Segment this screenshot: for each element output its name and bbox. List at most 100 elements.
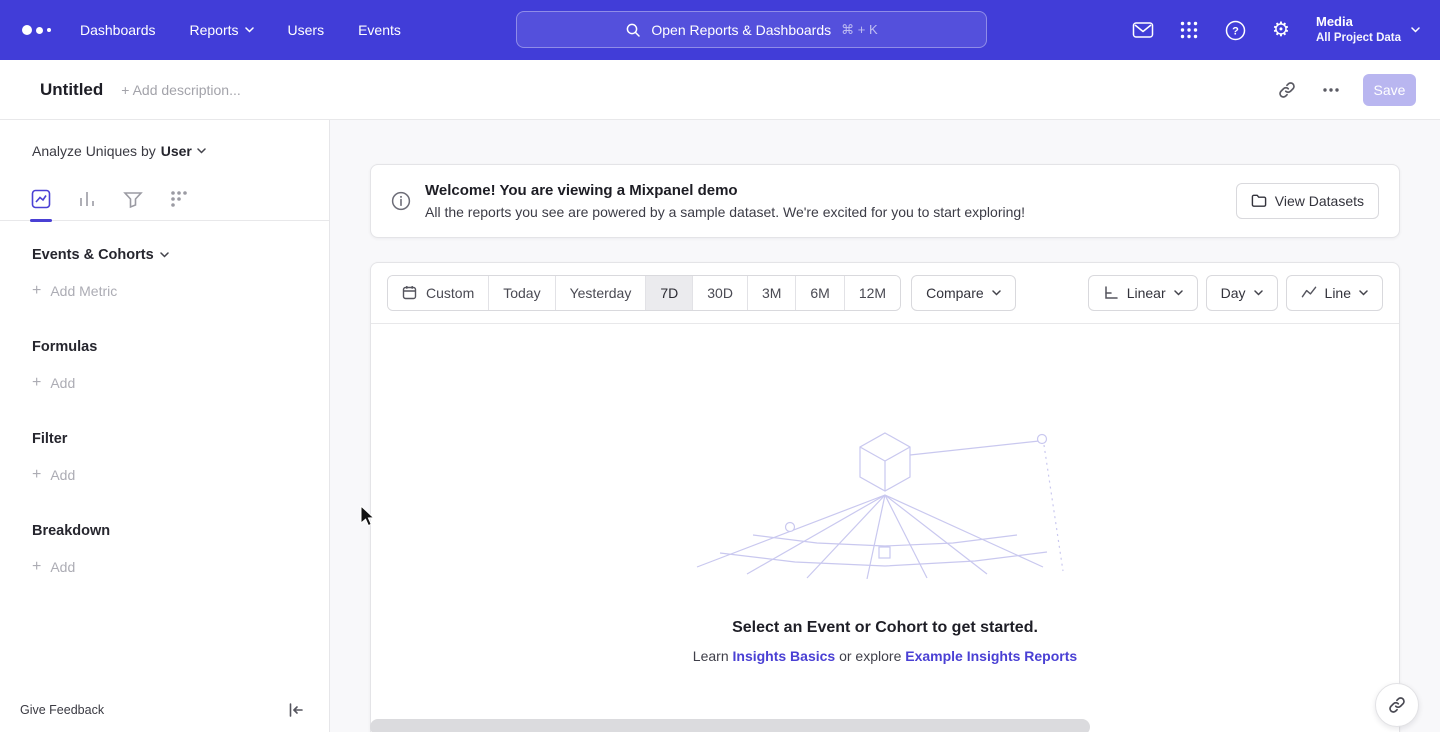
scale-linear-button[interactable]: Linear	[1088, 275, 1198, 311]
add-metric-button[interactable]: + Add Metric	[32, 283, 329, 299]
query-builder-sidebar: Analyze Uniques by User Event	[0, 120, 330, 732]
analyze-value-dropdown[interactable]: User	[161, 143, 206, 159]
mixpanel-logo-icon[interactable]	[22, 25, 66, 35]
funnel-tab-icon[interactable]	[123, 189, 143, 209]
view-datasets-button[interactable]: View Datasets	[1236, 183, 1379, 219]
example-insights-reports-link[interactable]: Example Insights Reports	[905, 648, 1077, 664]
chevron-down-icon	[992, 290, 1001, 296]
calendar-icon	[402, 285, 418, 301]
nav-item-reports[interactable]: Reports	[190, 22, 254, 38]
project-selector[interactable]: Media All Project Data	[1316, 14, 1420, 46]
chevron-down-icon	[1411, 27, 1420, 33]
linear-axis-icon	[1103, 285, 1119, 301]
help-icon[interactable]: ?	[1224, 19, 1246, 41]
analyze-label: Analyze Uniques by	[32, 143, 156, 159]
bar-chart-tab-icon[interactable]	[77, 189, 97, 209]
range-3m[interactable]: 3M	[747, 276, 795, 310]
report-header-actions: Save	[1275, 74, 1416, 106]
main-content: Welcome! You are viewing a Mixpanel demo…	[330, 120, 1440, 732]
primary-nav: Dashboards Reports Users Events	[80, 22, 401, 38]
top-nav-right: ? ⚙ Media All Project Data	[1132, 0, 1420, 60]
metric-type-tabs	[0, 177, 329, 221]
collapse-sidebar-icon[interactable]	[287, 701, 305, 719]
line-chart-icon	[1301, 285, 1317, 301]
range-7d[interactable]: 7D	[645, 276, 692, 310]
chevron-down-icon	[1359, 290, 1368, 296]
range-custom[interactable]: Custom	[388, 276, 488, 310]
top-nav: Dashboards Reports Users Events Open Rep…	[0, 0, 1440, 60]
nav-label: Events	[358, 22, 401, 38]
nav-label: Dashboards	[80, 22, 156, 38]
apps-grid-icon[interactable]	[1178, 19, 1200, 41]
svg-text:?: ?	[1232, 25, 1239, 37]
empty-state: Select an Event or Cohort to get started…	[371, 324, 1399, 664]
copy-link-icon[interactable]	[1275, 78, 1299, 102]
link-icon	[1387, 695, 1407, 715]
report-title[interactable]: Untitled	[40, 80, 103, 100]
folder-icon	[1251, 193, 1267, 209]
more-options-icon[interactable]	[1319, 78, 1343, 102]
range-6m[interactable]: 6M	[795, 276, 843, 310]
sidebar-footer: Give Feedback	[0, 688, 329, 732]
search-shortcut: ⌘ + K	[841, 22, 878, 38]
add-breakdown-button[interactable]: + Add	[32, 559, 329, 575]
chevron-down-icon	[1174, 290, 1183, 296]
date-controls: Custom Today Yesterday 7D 30D 3M 6M 12M …	[387, 275, 1016, 311]
nav-item-dashboards[interactable]: Dashboards	[80, 22, 156, 38]
demo-welcome-banner: Welcome! You are viewing a Mixpanel demo…	[370, 164, 1400, 238]
add-formula-button[interactable]: + Add	[32, 375, 329, 391]
empty-state-illustration	[695, 427, 1075, 579]
insights-basics-link[interactable]: Insights Basics	[733, 648, 836, 664]
formulas-section: Formulas	[32, 339, 329, 355]
plus-icon: +	[32, 467, 41, 483]
chevron-down-icon	[160, 252, 169, 258]
banner-title: Welcome! You are viewing a Mixpanel demo	[425, 182, 1236, 199]
chart-controls: Custom Today Yesterday 7D 30D 3M 6M 12M …	[371, 263, 1399, 324]
analyze-uniques-row: Analyze Uniques by User	[32, 143, 329, 159]
global-search-button[interactable]: Open Reports & Dashboards ⌘ + K	[516, 11, 987, 48]
project-subtitle: All Project Data	[1316, 31, 1401, 46]
plus-icon: +	[32, 375, 41, 391]
chevron-down-icon	[197, 148, 206, 154]
save-button[interactable]: Save	[1363, 74, 1416, 106]
filter-section: Filter	[32, 431, 329, 447]
floating-link-button[interactable]	[1375, 683, 1419, 727]
horizontal-scrollbar[interactable]	[370, 719, 1090, 732]
nav-item-users[interactable]: Users	[288, 22, 325, 38]
give-feedback-link[interactable]: Give Feedback	[20, 703, 104, 717]
chart-display-controls: Linear Day	[1088, 275, 1383, 311]
range-today[interactable]: Today	[488, 276, 554, 310]
insights-tab-icon[interactable]	[31, 189, 51, 209]
range-30d[interactable]: 30D	[692, 276, 747, 310]
project-info: Media All Project Data	[1316, 14, 1401, 46]
report-header: Untitled + Add description... Save	[0, 60, 1440, 120]
plus-icon: +	[32, 283, 41, 299]
breakdown-section: Breakdown	[32, 523, 329, 539]
flows-tab-icon[interactable]	[169, 189, 189, 209]
add-filter-button[interactable]: + Add	[32, 467, 329, 483]
range-12m[interactable]: 12M	[844, 276, 900, 310]
chevron-down-icon	[245, 27, 254, 33]
banner-text: Welcome! You are viewing a Mixpanel demo…	[425, 182, 1236, 220]
granularity-day-button[interactable]: Day	[1206, 275, 1278, 311]
date-range-segmented-control: Custom Today Yesterday 7D 30D 3M 6M 12M	[387, 275, 901, 311]
events-cohorts-section[interactable]: Events & Cohorts	[32, 247, 329, 263]
chart-type-line-button[interactable]: Line	[1286, 275, 1383, 311]
project-name: Media	[1316, 14, 1401, 31]
report-card: Custom Today Yesterday 7D 30D 3M 6M 12M …	[370, 262, 1400, 732]
mixpanel-app: Dashboards Reports Users Events Open Rep…	[0, 0, 1440, 732]
nav-label: Users	[288, 22, 325, 38]
add-description-field[interactable]: + Add description...	[121, 82, 240, 98]
info-icon	[391, 191, 411, 211]
chevron-down-icon	[1254, 290, 1263, 296]
nav-item-events[interactable]: Events	[358, 22, 401, 38]
empty-state-title: Select an Event or Cohort to get started…	[732, 619, 1038, 637]
range-yesterday[interactable]: Yesterday	[555, 276, 646, 310]
search-icon	[625, 22, 641, 38]
gear-icon[interactable]: ⚙	[1270, 19, 1292, 41]
compare-button[interactable]: Compare	[911, 275, 1016, 311]
nav-label: Reports	[190, 22, 239, 38]
messages-icon[interactable]	[1132, 19, 1154, 41]
empty-state-links: Learn Insights Basics or explore Example…	[693, 648, 1077, 664]
banner-body: All the reports you see are powered by a…	[425, 204, 1236, 220]
